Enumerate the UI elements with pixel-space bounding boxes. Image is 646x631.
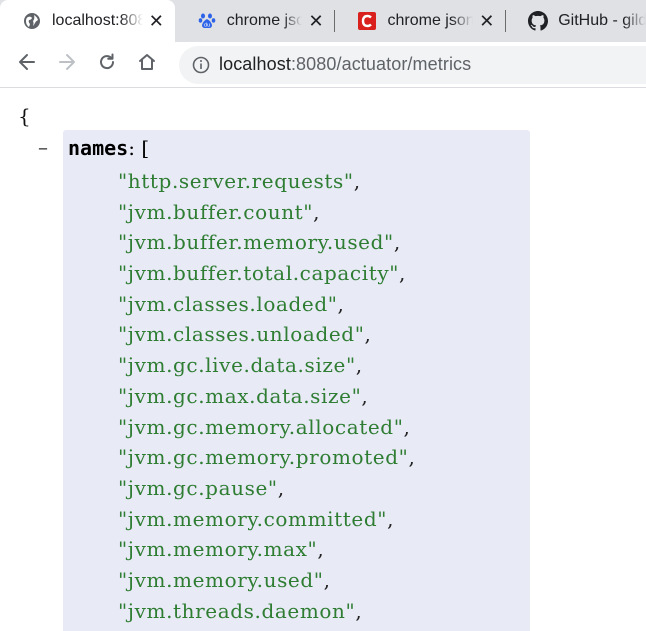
- github-icon: [528, 11, 549, 31]
- json-array-item: "jvm.gc.max.data.size",: [118, 381, 415, 412]
- json-key-line: names: [: [68, 136, 149, 160]
- json-array-item: "jvm.memory.max",: [118, 534, 415, 565]
- url-host: localhost: [219, 54, 291, 74]
- reload-button[interactable]: [87, 45, 127, 85]
- json-comma: ,: [387, 506, 395, 531]
- json-array-item: "jvm.threads.live",: [118, 626, 415, 631]
- url-path: :8080/actuator/metrics: [290, 54, 472, 74]
- close-tab-icon[interactable]: ✕: [149, 12, 167, 30]
- reload-icon: [97, 52, 117, 77]
- json-string-value: "http.server.requests": [118, 169, 354, 193]
- json-key-punct: : [: [128, 136, 150, 160]
- forward-button[interactable]: [47, 45, 87, 85]
- json-array-item: "jvm.gc.memory.promoted",: [118, 442, 415, 473]
- home-icon: [137, 52, 157, 77]
- tab-title: GitHub - gildas-lormeau: [558, 12, 646, 29]
- tab-title: chrome json viewer: [387, 12, 474, 29]
- close-tab-icon[interactable]: ✕: [308, 12, 326, 30]
- json-comma: ,: [355, 353, 363, 378]
- json-key: names: [68, 136, 129, 160]
- json-string-value: "jvm.gc.memory.promoted": [118, 445, 409, 470]
- json-array-item: "http.server.requests",: [118, 166, 415, 197]
- json-string-value: "jvm.gc.memory.allocated": [118, 414, 404, 439]
- json-comma: ,: [317, 537, 325, 562]
- csdn-c-icon: [357, 11, 377, 31]
- tab-chrome-json-baidu[interactable]: du chrome json viewer ✕: [175, 0, 335, 42]
- json-comma: ,: [313, 199, 321, 224]
- json-string-value: "jvm.gc.max.data.size": [118, 383, 362, 408]
- json-array-item: "jvm.memory.committed",: [118, 504, 415, 535]
- json-comma: ,: [277, 475, 285, 500]
- json-array-item: "jvm.gc.pause",: [118, 473, 415, 504]
- json-array-item: "jvm.gc.memory.allocated",: [118, 412, 415, 443]
- json-comma: ,: [323, 567, 331, 592]
- tab-github[interactable]: GitHub - gildas-lormeau: [506, 0, 646, 42]
- json-array-item: "jvm.threads.daemon",: [118, 596, 415, 627]
- json-string-value: "jvm.buffer.memory.used": [118, 230, 394, 255]
- browser-toolbar: localhost:8080/actuator/metrics: [0, 42, 646, 88]
- arrow-right-icon: [57, 52, 77, 77]
- globe-icon: [22, 11, 42, 31]
- json-array-item: "jvm.classes.loaded",: [118, 289, 415, 320]
- collapse-toggle[interactable]: –: [38, 135, 48, 159]
- json-array-item: "jvm.memory.used",: [118, 565, 415, 596]
- arrow-left-icon: [17, 52, 37, 77]
- close-tab-icon[interactable]: ✕: [479, 12, 497, 30]
- address-bar[interactable]: localhost:8080/actuator/metrics: [179, 45, 646, 84]
- json-array-item: "jvm.classes.unloaded",: [118, 319, 415, 350]
- json-open-brace: {: [18, 104, 31, 128]
- json-string-value: "jvm.classes.unloaded": [118, 322, 365, 347]
- back-button[interactable]: [7, 45, 47, 85]
- json-array-item: "jvm.buffer.memory.used",: [118, 227, 415, 258]
- info-icon[interactable]: [191, 55, 211, 75]
- json-array-items: "http.server.requests", "jvm.buffer.count…: [118, 166, 415, 631]
- url-text[interactable]: localhost:8080/actuator/metrics: [219, 54, 471, 75]
- tab-chrome-json-csdn[interactable]: chrome json viewer ✕: [335, 0, 505, 42]
- json-string-value: "jvm.gc.live.data.size": [118, 353, 356, 378]
- json-string-value: "jvm.memory.committed": [118, 506, 388, 531]
- json-array-item: "jvm.buffer.total.capacity",: [118, 258, 415, 289]
- json-comma: ,: [393, 230, 401, 255]
- json-comma: ,: [399, 261, 407, 286]
- baidu-paw-icon: du: [197, 11, 217, 31]
- svg-text:du: du: [204, 23, 210, 29]
- json-string-value: "jvm.gc.pause": [118, 475, 278, 500]
- json-comma: ,: [403, 414, 411, 439]
- json-comma: ,: [364, 322, 372, 347]
- json-string-value: "jvm.threads.daemon": [118, 598, 356, 623]
- json-array-item: "jvm.buffer.count",: [118, 197, 415, 228]
- json-comma: ,: [353, 169, 361, 193]
- json-comma: ,: [408, 445, 416, 470]
- json-comma: ,: [361, 383, 369, 408]
- json-comma: ,: [337, 291, 345, 316]
- json-string-value: "jvm.classes.loaded": [118, 291, 338, 316]
- home-button[interactable]: [127, 45, 167, 85]
- json-string-value: "jvm.buffer.count": [118, 199, 314, 224]
- json-array-item: "jvm.gc.live.data.size",: [118, 350, 415, 381]
- tab-title: chrome json viewer: [226, 12, 303, 29]
- json-string-value: "jvm.memory.used": [118, 567, 324, 592]
- json-string-value: "jvm.buffer.total.capacity": [118, 261, 400, 286]
- json-string-value: "jvm.memory.max": [118, 537, 318, 562]
- tab-title: localhost:8080/actuator/metrics: [52, 12, 143, 29]
- tab-strip: localhost:8080/actuator/metrics ✕ du chr…: [0, 0, 646, 42]
- json-comma: ,: [355, 598, 363, 623]
- tab-localhost-metrics[interactable]: localhost:8080/actuator/metrics ✕: [0, 0, 175, 42]
